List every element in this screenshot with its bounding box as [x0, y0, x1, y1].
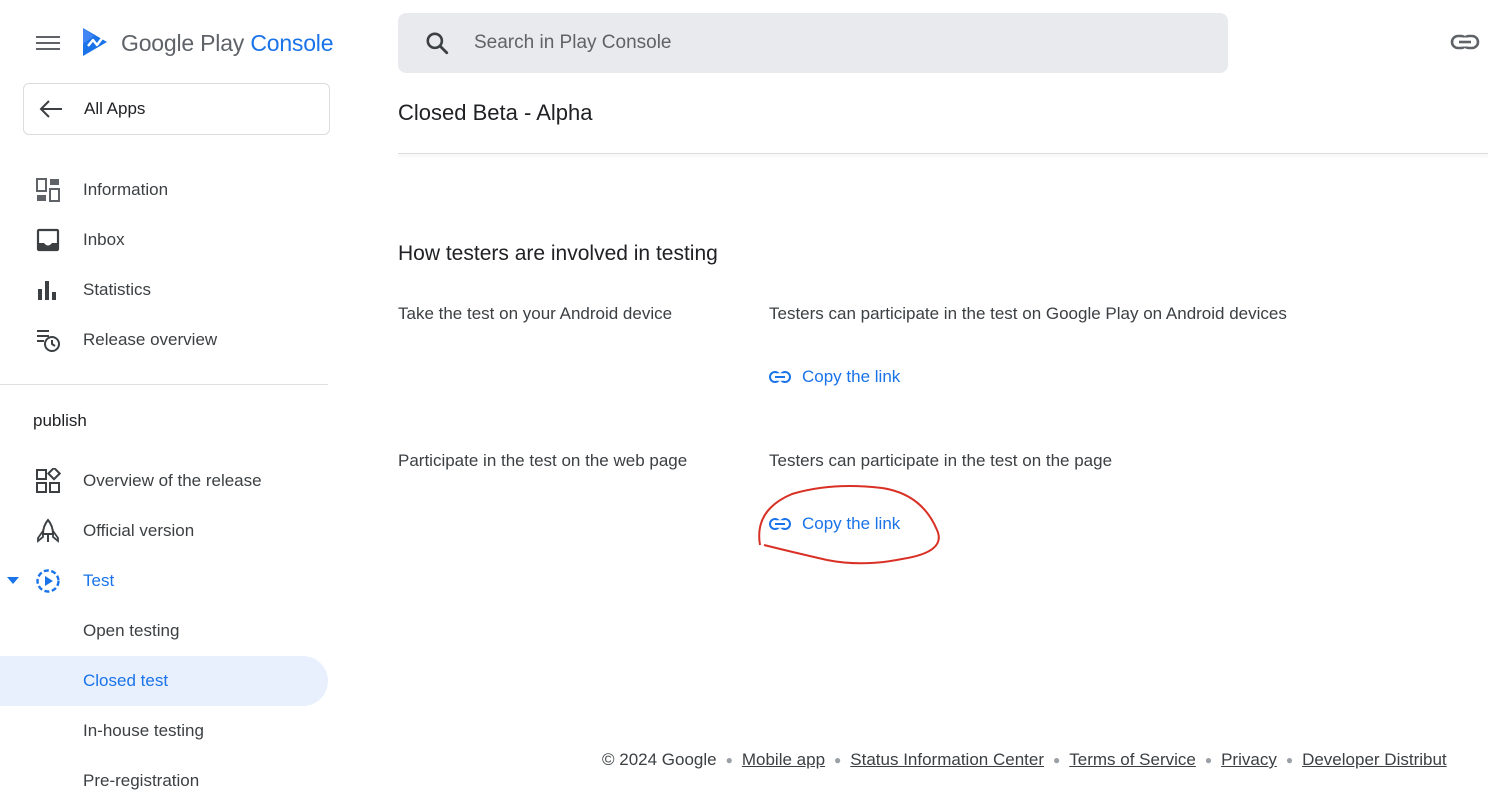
sidebar-divider: [0, 384, 328, 385]
play-circle-icon: [36, 569, 60, 593]
brand-main: Google Play: [121, 30, 245, 56]
sidebar-item-label: Statistics: [83, 280, 152, 299]
release-overview-icon: [37, 330, 60, 352]
link-icon[interactable]: [1450, 30, 1480, 54]
row-description-web: Testers can participate in the test on t…: [769, 451, 1113, 470]
link-icon: [769, 371, 791, 383]
sidebar-item-closed-test[interactable]: Closed test: [0, 656, 328, 706]
footer-separator: ●: [834, 753, 842, 767]
rocket-icon: [37, 518, 59, 543]
all-apps-label: All Apps: [84, 99, 146, 118]
footer-link-terms[interactable]: Terms of Service: [1069, 750, 1196, 770]
page-title: Closed Beta - Alpha: [398, 100, 593, 125]
sidebar-item-test[interactable]: Test: [0, 556, 328, 606]
menu-icon[interactable]: [36, 32, 60, 54]
sidebar-item-label: Information: [83, 180, 169, 199]
sidebar-item-label: Test: [83, 571, 115, 590]
sidebar-item-release-overview[interactable]: Release overview: [0, 315, 328, 365]
row-description-android: Testers can participate in the test on G…: [769, 304, 1287, 323]
all-apps-button[interactable]: All Apps: [23, 83, 330, 135]
sidebar-item-overview-of-release[interactable]: Overview of the release: [0, 456, 328, 506]
link-icon: [769, 518, 791, 530]
footer-separator: ●: [1053, 753, 1061, 767]
row-label-web: Participate in the test on the web page: [398, 451, 688, 470]
sidebar-item-label: In-house testing: [83, 721, 204, 740]
copy-link-button-android[interactable]: Copy the link: [769, 367, 900, 387]
arrow-back-icon: [39, 100, 62, 118]
dashboard-icon: [36, 178, 60, 202]
row-label-android: Take the test on your Android device: [398, 304, 673, 323]
section-label-publish: publish: [33, 411, 87, 430]
footer-separator: ●: [725, 753, 733, 767]
footer: © 2024 Google ● Mobile app ● Status Info…: [602, 750, 1447, 770]
footer-separator: ●: [1204, 753, 1213, 767]
sidebar-item-label: Closed test: [83, 671, 169, 690]
bar-chart-icon: [38, 281, 56, 300]
search-placeholder: Search in Play Console: [474, 32, 672, 53]
sidebar-item-pre-registration[interactable]: Pre-registration: [0, 756, 328, 806]
sidebar-item-label: Pre-registration: [83, 771, 200, 790]
footer-separator: ●: [1285, 753, 1294, 767]
inbox-icon: [36, 228, 60, 252]
sidebar-item-label: Release overview: [83, 330, 218, 349]
footer-copyright: © 2024 Google: [602, 750, 717, 769]
sidebar-item-label: Overview of the release: [83, 471, 262, 490]
sidebar-item-information[interactable]: Information: [0, 165, 328, 215]
search-icon: [426, 32, 449, 55]
sidebar-item-open-testing[interactable]: Open testing: [0, 606, 328, 656]
sidebar-item-official-version[interactable]: Official version: [0, 506, 328, 556]
footer-link-mobile-app[interactable]: Mobile app: [742, 750, 825, 770]
sidebar-item-in-house-testing[interactable]: In-house testing: [0, 706, 328, 756]
copy-link-label: Copy the link: [802, 367, 901, 386]
sidebar-item-statistics[interactable]: Statistics: [0, 265, 328, 315]
sidebar-item-label: Open testing: [83, 621, 180, 640]
footer-link-developer-distribution[interactable]: Developer Distribut: [1302, 750, 1447, 770]
sidebar-item-label: Official version: [83, 521, 195, 540]
sidebar-item-label: Inbox: [83, 230, 125, 249]
header-divider: [398, 153, 1488, 154]
brand-accent: Console: [250, 30, 334, 56]
app-brand: Google Play Console: [121, 30, 334, 57]
search-bar[interactable]: Search in Play Console: [398, 13, 1228, 73]
footer-link-status[interactable]: Status Information Center: [850, 750, 1044, 770]
footer-link-privacy[interactable]: Privacy: [1221, 750, 1277, 770]
play-console-logo-icon: [83, 28, 107, 56]
sidebar-item-inbox[interactable]: Inbox: [0, 215, 328, 265]
section-title: How testers are involved in testing: [398, 242, 718, 265]
copy-link-label: Copy the link: [802, 514, 901, 533]
copy-link-button-web[interactable]: Copy the link: [769, 514, 900, 534]
widgets-icon: [36, 468, 61, 493]
